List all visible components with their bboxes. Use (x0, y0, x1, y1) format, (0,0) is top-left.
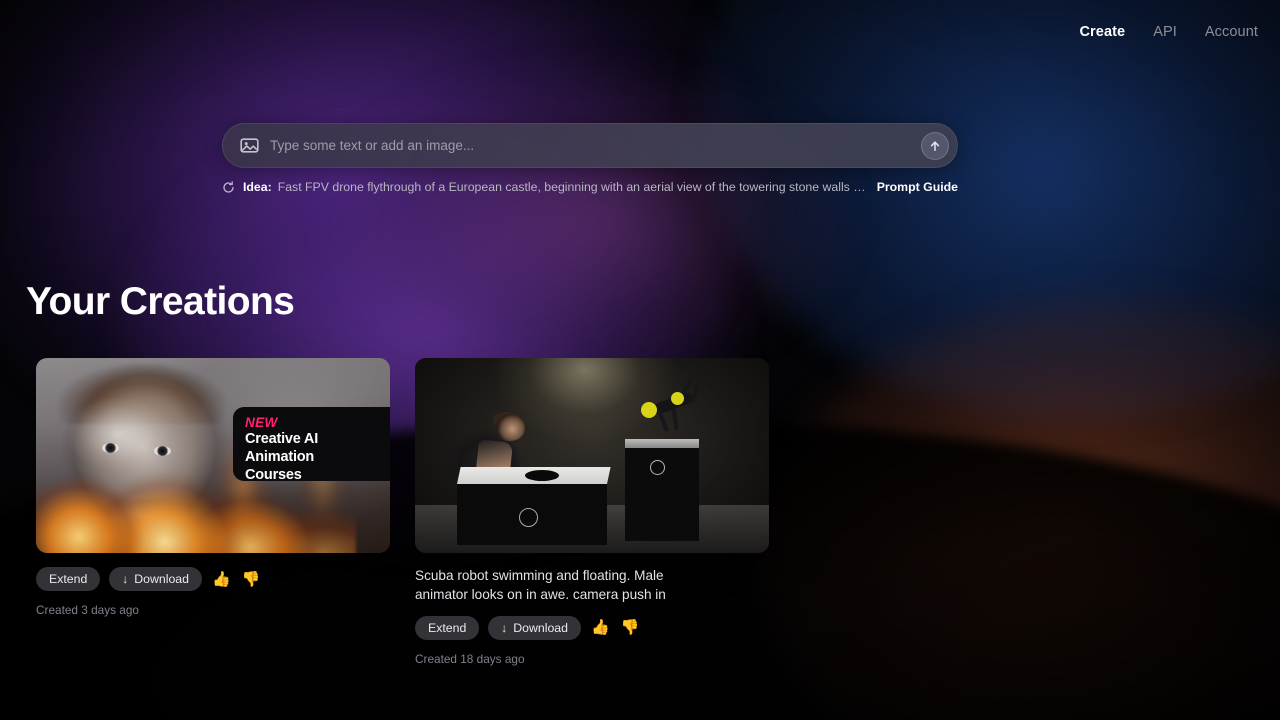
download-button-label-2: Download (513, 620, 568, 635)
thumbs-up-icon[interactable]: 👍 (590, 620, 611, 635)
card-action-row-2: Extend ↓ Download 👍 👎 (415, 615, 769, 640)
refresh-icon[interactable] (222, 180, 235, 194)
extend-button-1[interactable]: Extend (36, 567, 101, 591)
thumbs-down-icon[interactable]: 👎 (620, 620, 641, 635)
page-title: Your Creations (26, 280, 295, 323)
promo-line-2: Animation (245, 448, 315, 465)
promo-new-badge: NEW (245, 415, 278, 430)
thumbnail-artwork-studio-robot (415, 358, 769, 553)
creation-caption-2: Scuba robot swimming and floating. Male … (415, 568, 666, 603)
image-icon[interactable] (240, 136, 259, 155)
top-navigation: Create API Account (1079, 24, 1258, 40)
creations-grid: NEW Creative AI Animation Courses Extend… (36, 358, 769, 666)
submit-prompt-button[interactable] (921, 131, 949, 160)
idea-text[interactable]: Fast FPV drone flythrough of a European … (278, 180, 868, 194)
search-input[interactable] (270, 138, 957, 153)
download-button-1[interactable]: ↓ Download (109, 567, 202, 591)
download-button-2[interactable]: ↓ Download (488, 615, 581, 640)
download-arrow-icon: ↓ (122, 572, 129, 586)
card-action-row-1: Extend ↓ Download 👍 👎 (36, 567, 390, 591)
created-timestamp-2: Created 18 days ago (415, 651, 525, 666)
nav-item-api[interactable]: API (1153, 24, 1177, 40)
prompt-guide-link[interactable]: Prompt Guide (877, 180, 958, 194)
nav-item-create[interactable]: Create (1079, 24, 1125, 40)
download-button-label-1: Download (134, 572, 189, 586)
idea-suggestion-row: Idea: Fast FPV drone flythrough of a Eur… (222, 180, 958, 194)
created-timestamp-1: Created 3 days ago (36, 603, 139, 617)
prompt-composer: Idea: Fast FPV drone flythrough of a Eur… (222, 123, 958, 194)
creation-thumbnail-1[interactable]: NEW Creative AI Animation Courses (36, 358, 390, 553)
promo-overlay-panel[interactable]: NEW Creative AI Animation Courses (233, 407, 390, 483)
promo-line-1: Creative AI (245, 430, 319, 447)
idea-label: Idea: (243, 180, 272, 194)
creation-card-1[interactable]: NEW Creative AI Animation Courses Extend… (36, 358, 390, 617)
download-arrow-icon: ↓ (501, 620, 508, 635)
creation-thumbnail-2[interactable] (415, 358, 769, 553)
extend-button-2[interactable]: Extend (415, 615, 480, 640)
thumbs-up-icon[interactable]: 👍 (211, 572, 232, 587)
promo-line-3: Courses (245, 466, 302, 483)
thumbs-down-icon[interactable]: 👎 (241, 572, 262, 587)
creation-card-2[interactable]: Scuba robot swimming and floating. Male … (415, 358, 769, 666)
prompt-search-bar[interactable] (222, 123, 958, 168)
nav-item-account[interactable]: Account (1205, 24, 1258, 40)
